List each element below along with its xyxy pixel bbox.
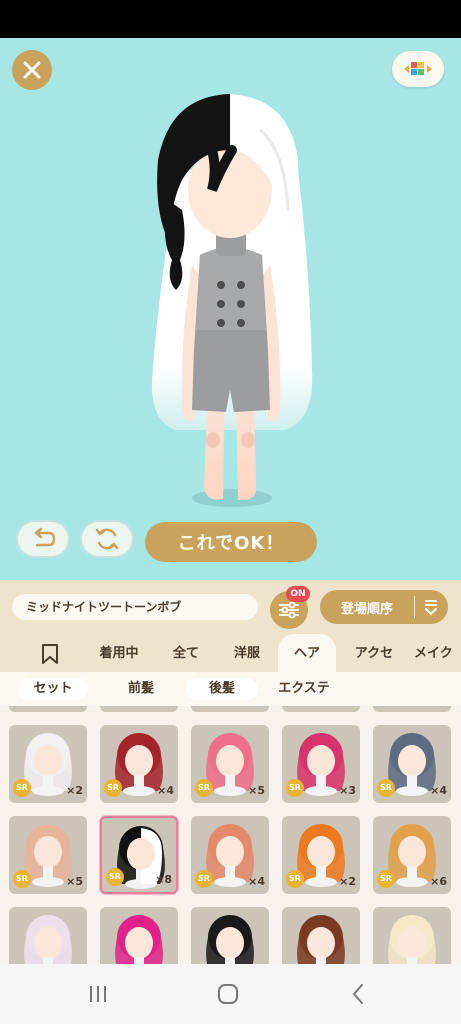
rarity-badge: SR xyxy=(13,870,31,888)
rarity-badge: SR xyxy=(286,870,304,888)
owned-count: ×6 xyxy=(430,875,447,888)
owned-count: ×4 xyxy=(157,784,174,797)
item-tile[interactable] xyxy=(191,907,269,964)
close-button[interactable] xyxy=(12,50,52,90)
hair-preview-icon xyxy=(297,915,345,964)
tab-all[interactable]: 全て xyxy=(160,634,212,672)
item-tile[interactable]: SR ×4 xyxy=(373,725,451,803)
rarity-badge: SR xyxy=(286,779,304,797)
item-name-field: ミッドナイトツートーンボブ xyxy=(12,594,258,620)
undo-button[interactable] xyxy=(16,520,70,558)
item-tile[interactable]: SR ×6 xyxy=(373,816,451,894)
sort-button[interactable]: 登場順序 xyxy=(320,590,448,624)
item-tile[interactable] xyxy=(282,907,360,964)
item-grid: SR ×2 SR ×4 SR ×5 SR ×3 SR ×4 SR ×5 SR ×8 SR ×4 SR ×2 SR ×6 xyxy=(0,706,461,964)
tab-makeup[interactable]: メイク xyxy=(414,634,461,672)
rotate-button[interactable] xyxy=(80,520,134,558)
item-tile[interactable]: SR ×3 xyxy=(282,725,360,803)
hair-preview-icon xyxy=(206,915,254,964)
hair-preview-icon xyxy=(388,915,436,964)
sort-order-icon[interactable] xyxy=(415,598,447,616)
item-tile-partial xyxy=(191,706,269,712)
sort-divider xyxy=(414,596,415,618)
subtab-bangs[interactable]: 前髪 xyxy=(112,678,170,700)
recent-apps-icon xyxy=(90,986,106,1002)
owned-count: ×4 xyxy=(248,875,265,888)
close-icon xyxy=(23,61,41,79)
system-nav-bar xyxy=(0,964,461,1024)
item-tile[interactable] xyxy=(9,907,87,964)
item-tile[interactable]: SR ×4 xyxy=(100,725,178,803)
item-tile[interactable]: SR ×5 xyxy=(9,816,87,894)
tab-hair[interactable]: ヘア xyxy=(278,634,336,672)
rarity-badge: SR xyxy=(195,870,213,888)
owned-count: ×5 xyxy=(66,875,83,888)
subtab-extension[interactable]: エクステ xyxy=(268,678,340,700)
category-tabs: 着用中 全て 洋服 ヘア アクセ メイク xyxy=(0,634,461,672)
rarity-badge: SR xyxy=(104,779,122,797)
item-tile[interactable]: SR ×2 xyxy=(282,816,360,894)
hair-preview-icon xyxy=(24,915,72,964)
rarity-badge: SR xyxy=(377,870,395,888)
item-tile-partial xyxy=(282,706,360,712)
back-button[interactable] xyxy=(346,982,370,1006)
item-tile-partial xyxy=(100,706,178,712)
rarity-badge: SR xyxy=(106,868,124,886)
rarity-badge: SR xyxy=(377,779,395,797)
avatar-character xyxy=(151,94,313,507)
item-tile[interactable]: SR ×4 xyxy=(191,816,269,894)
owned-count: ×8 xyxy=(155,873,172,886)
back-icon xyxy=(353,984,363,1004)
rarity-badge: SR xyxy=(195,779,213,797)
item-tile[interactable]: SR ×8 xyxy=(100,816,178,894)
tab-clothes[interactable]: 洋服 xyxy=(222,634,272,672)
status-bar xyxy=(0,0,461,38)
owned-count: ×4 xyxy=(430,784,447,797)
item-tile[interactable]: SR ×5 xyxy=(191,725,269,803)
item-tile[interactable] xyxy=(373,907,451,964)
rotate-icon xyxy=(95,528,119,550)
recent-apps-button[interactable] xyxy=(86,982,110,1006)
item-tile[interactable]: SR ×2 xyxy=(9,725,87,803)
subtab-set[interactable]: セット xyxy=(18,678,88,700)
hair-preview-icon xyxy=(115,915,163,964)
confirm-ok-button[interactable]: これでOK！ xyxy=(145,522,317,562)
subtab-back-hair[interactable]: 後髪 xyxy=(186,678,258,700)
color-palette-button[interactable] xyxy=(392,51,444,87)
item-tile[interactable] xyxy=(100,907,178,964)
bookmark-icon[interactable] xyxy=(40,643,60,665)
item-tile-partial xyxy=(373,706,451,712)
item-tile-partial xyxy=(9,706,87,712)
owned-count: ×5 xyxy=(248,784,265,797)
hair-sub-tabs: セット 前髪 後髪 エクステ xyxy=(0,672,461,706)
dressup-stage: これでOK！ xyxy=(0,38,461,580)
filter-sliders-icon xyxy=(279,601,299,619)
owned-count: ×2 xyxy=(66,784,83,797)
owned-count: ×2 xyxy=(339,875,356,888)
undo-arrow-icon xyxy=(34,527,56,547)
tab-accessory[interactable]: アクセ xyxy=(344,634,404,672)
home-button[interactable] xyxy=(216,982,240,1006)
sort-label: 登場順序 xyxy=(340,601,393,617)
filter-on-badge: ON xyxy=(286,586,310,602)
tab-wearing[interactable]: 着用中 xyxy=(88,634,150,672)
home-icon xyxy=(218,984,238,1004)
color-palette-icon xyxy=(404,62,432,75)
owned-count: ×3 xyxy=(339,784,356,797)
item-info-bar: ミッドナイトツートーンボブ ON 登場順序 xyxy=(0,580,461,634)
rarity-badge: SR xyxy=(13,779,31,797)
